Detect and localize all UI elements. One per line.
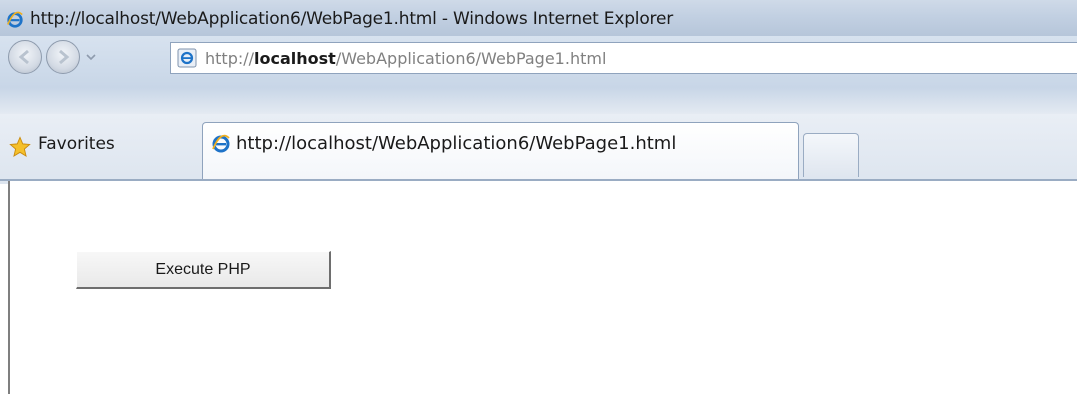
favorites-label: Favorites (38, 134, 115, 154)
ie-page-icon (177, 48, 197, 68)
address-bar[interactable]: http://localhost/WebApplication6/WebPage… (170, 42, 1077, 74)
star-icon (9, 136, 31, 157)
back-arrow-icon (18, 49, 29, 65)
back-button[interactable] (8, 40, 42, 74)
tab-current-page[interactable]: http://localhost/WebApplication6/WebPage… (202, 122, 799, 180)
address-url: http://localhost/WebApplication6/WebPage… (205, 49, 607, 68)
toolbar-strip (0, 88, 1077, 114)
window-title: http://localhost/WebApplication6/WebPage… (30, 9, 673, 29)
execute-php-button[interactable]: Execute PHP (76, 251, 331, 289)
forward-arrow-icon (59, 49, 70, 65)
ie-icon (212, 134, 230, 153)
new-tab-button[interactable] (803, 133, 859, 177)
forward-button[interactable] (46, 40, 80, 74)
ie-icon (7, 11, 23, 28)
navigation-bar: http://localhost/WebApplication6/WebPage… (0, 36, 1077, 88)
page-content: Execute PHP (8, 181, 1077, 394)
tab-label: http://localhost/WebApplication6/WebPage… (236, 133, 677, 154)
title-bar: http://localhost/WebApplication6/WebPage… (0, 0, 1077, 36)
history-dropdown-icon[interactable] (84, 50, 98, 64)
